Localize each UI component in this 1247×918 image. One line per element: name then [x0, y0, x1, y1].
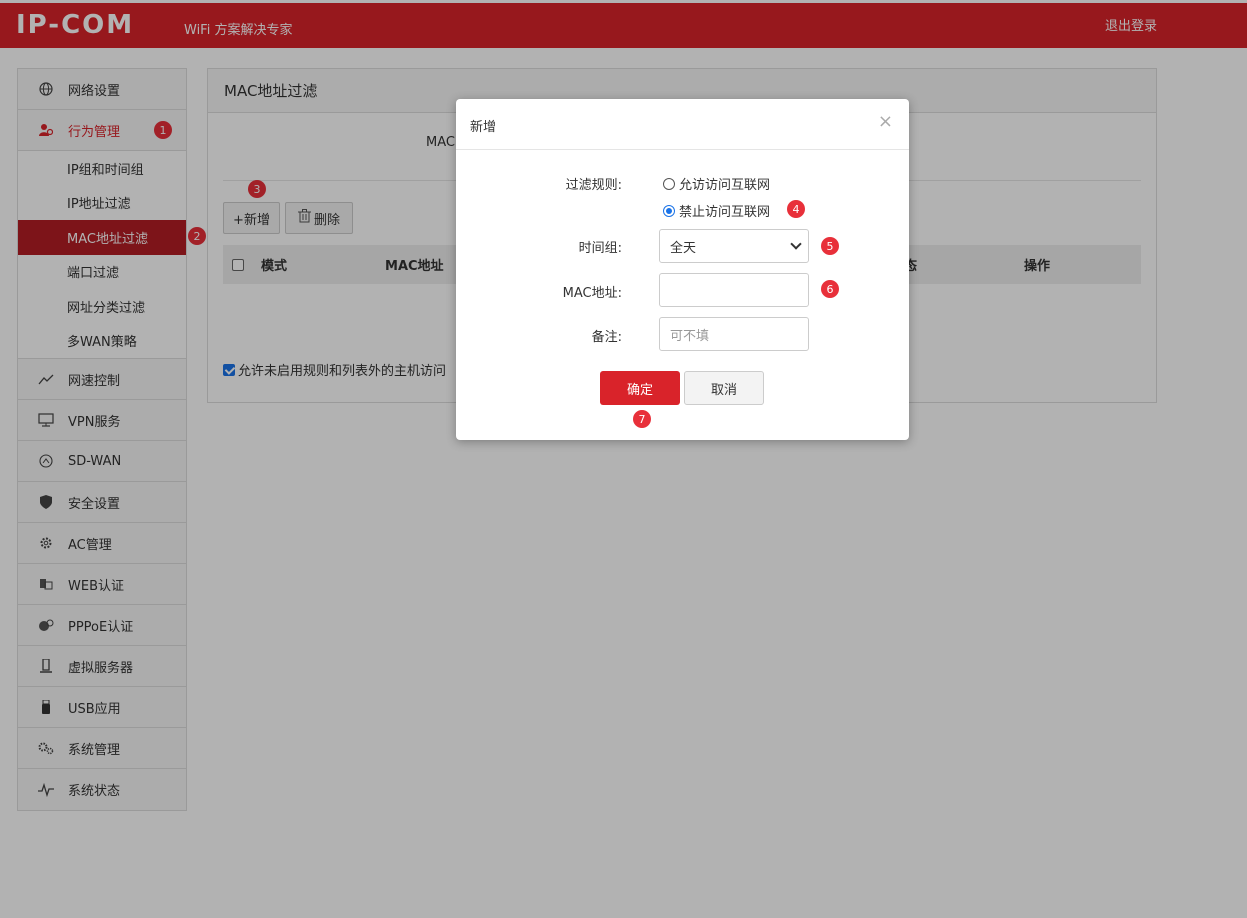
time-group-value: 全天 [670, 240, 697, 256]
mac-address-input[interactable] [659, 273, 809, 307]
step-badge-6: 6 [821, 280, 839, 298]
time-group-label: 时间组: [578, 241, 622, 256]
step-badge-4: 4 [787, 200, 805, 218]
close-icon[interactable]: × [878, 113, 893, 131]
confirm-button[interactable]: 确定 [600, 371, 680, 405]
radio-deny-label: 禁止访问互联网 [679, 205, 771, 220]
dialog-header: 新增 × [456, 99, 909, 150]
radio-allow-dot [663, 177, 675, 190]
radio-deny-dot [663, 204, 675, 217]
chevron-down-icon [790, 238, 802, 250]
dialog-title: 新增 [470, 120, 497, 135]
time-group-select[interactable]: 全天 [659, 229, 809, 263]
note-label: 备注: [591, 330, 622, 345]
radio-allow[interactable]: 允访访问互联网 [663, 174, 770, 193]
radio-deny[interactable]: 禁止访问互联网 [663, 201, 770, 220]
mac-address-label: MAC地址: [562, 286, 622, 301]
cancel-button[interactable]: 取消 [684, 371, 764, 405]
add-rule-dialog: 新增 × 过滤规则: 允访访问互联网 禁止访问互联网 4 时间组: 全天 5 M… [456, 99, 909, 440]
step-badge-5: 5 [821, 237, 839, 255]
step-badge-7: 7 [633, 410, 651, 428]
note-input[interactable]: 可不填 [659, 317, 809, 351]
radio-allow-label: 允访访问互联网 [679, 178, 771, 193]
rule-label: 过滤规则: [565, 178, 622, 193]
